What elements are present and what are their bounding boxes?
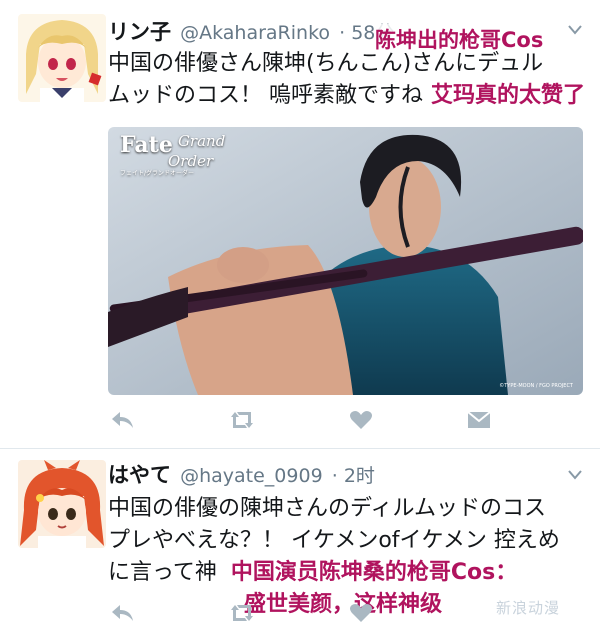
chevron-down-icon[interactable] [568, 20, 582, 39]
tweet-media-image[interactable]: Fate Grand Order フェイト/グランドオーダー ©TYPE-MOO… [108, 127, 583, 395]
heart-icon[interactable] [348, 601, 374, 625]
tweet-text-segment: に言って神 [108, 560, 217, 585]
tweet-text: 中国の俳優さん陳坤(ちんこん)さんにデュル ムッドのコス！ 嗚呼素敵ですね 艾玛真… [108, 48, 585, 112]
timestamp[interactable]: · 2时 [332, 465, 375, 487]
tweet-header: リン子 @AkaharaRinko · 58分 [108, 16, 394, 46]
handle[interactable]: @AkaharaRinko [180, 22, 330, 44]
handle[interactable]: @hayate_0909 [180, 465, 323, 487]
tweet-header: はやて @hayate_0909 · 2时 [108, 459, 375, 489]
tweet-text-line: ムッドのコス！ 嗚呼素敵ですね 艾玛真的太赞了 [108, 80, 585, 112]
tweet-1: リン子 @AkaharaRinko · 58分 陈坤出的枪哥Cos 中国の俳優さ… [0, 0, 600, 448]
photo-credit: ©TYPE-MOON / FGO PROJECT [499, 383, 573, 389]
tweet-text-line: 中国の俳優の陳坤さんのディルムッドのコス [108, 496, 547, 521]
watermark: 新浪动漫 [495, 599, 560, 617]
logo-sub: Grand [177, 132, 226, 150]
tweet-2: はやて @hayate_0909 · 2时 中国の俳優の陳坤さんのディルムッドの… [0, 448, 600, 632]
heart-icon[interactable] [348, 408, 374, 432]
avatar-image [18, 460, 106, 548]
display-name[interactable]: リン子 [108, 20, 171, 44]
tweet-text-segment: ムッドのコス！ 嗚呼素敵ですね [108, 83, 423, 108]
reply-icon[interactable] [110, 601, 136, 625]
envelope-icon[interactable] [466, 408, 492, 432]
avatar[interactable] [18, 14, 106, 102]
retweet-icon[interactable] [228, 408, 254, 432]
retweet-icon[interactable] [228, 601, 254, 625]
caption-overlay-inline: 艾玛真的太赞了 [431, 83, 586, 108]
tweet-actions [108, 408, 578, 432]
display-name[interactable]: はやて [108, 463, 171, 487]
tweet-text-line: プレやべえな？！ イケメンofイケメン 控えめ [108, 528, 560, 553]
tweet-text-line: 中国の俳優さん陳坤(ちんこん)さんにデュル [108, 51, 544, 76]
avatar[interactable] [18, 460, 106, 548]
reply-icon[interactable] [110, 408, 136, 432]
caption-overlay-line1: 中国演员陈坤桑的枪哥Cos： [230, 560, 518, 585]
fgo-logo: Fate Grand Order フェイト/グランドオーダー [120, 132, 225, 177]
avatar-image [18, 14, 106, 102]
logo-main: Fate [120, 132, 173, 158]
tweet-text-line: に言って神 中国演员陈坤桑的枪哥Cos： [108, 557, 560, 589]
chevron-down-icon[interactable] [568, 465, 582, 484]
